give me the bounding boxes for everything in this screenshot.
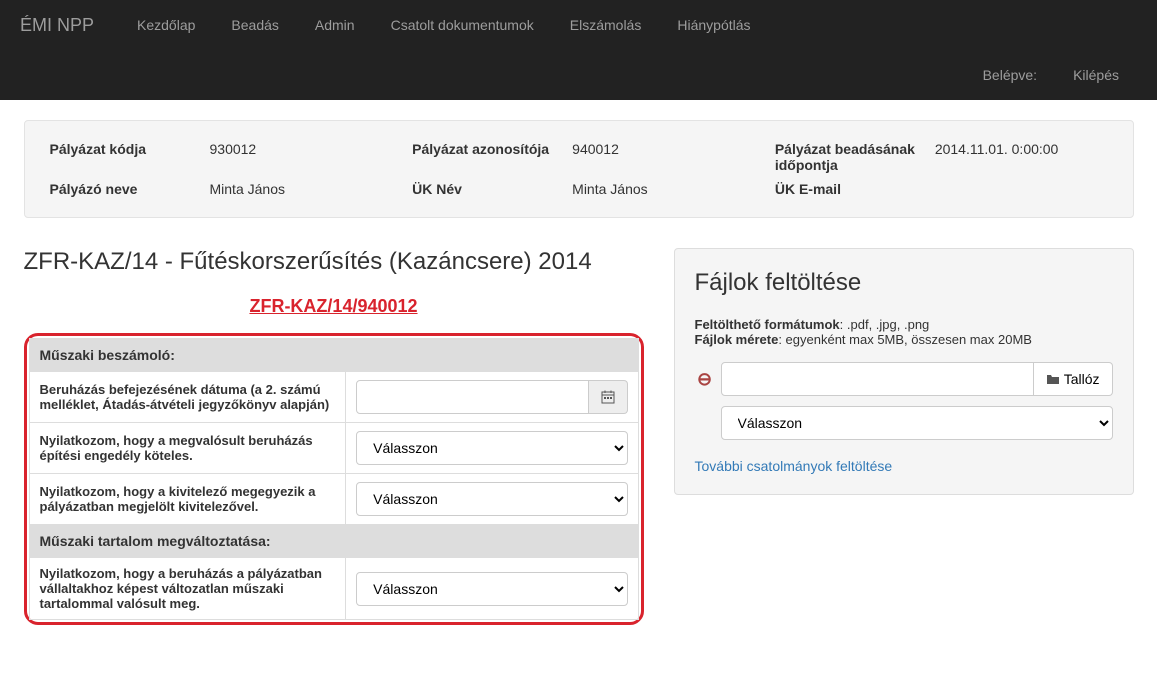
brand[interactable]: ÉMI NPP (20, 15, 94, 36)
nav-submit[interactable]: Beadás (213, 2, 296, 48)
upload-size-label: Fájlok mérete (695, 332, 779, 347)
completion-date-input[interactable] (356, 380, 588, 414)
info-uknev-value: Minta János (572, 181, 745, 197)
upload-panel: Fájlok feltöltése Feltölthető formátumok… (674, 248, 1134, 495)
nav-attachments[interactable]: Csatolt dokumentumok (373, 2, 552, 48)
calendar-icon[interactable] (589, 380, 628, 414)
section-tech-report: Műszaki beszámoló: (29, 339, 638, 372)
info-ukemail-label: ÜK E-mail (775, 181, 935, 197)
nav-settlement[interactable]: Elszámolás (552, 2, 660, 48)
section-tech-change: Műszaki tartalom megváltoztatása: (29, 525, 638, 558)
row-unchanged-label: Nyilatkozom, hogy a beruházás a pályázat… (29, 558, 346, 620)
nav-admin[interactable]: Admin (297, 2, 373, 48)
upload-formats-value: : .pdf, .jpg, .png (840, 317, 930, 332)
page-title: ZFR-KAZ/14 - Fűtéskorszerűsítés (Kazáncs… (24, 248, 644, 276)
info-beadas-value: 2014.11.01. 0:00:00 (935, 141, 1108, 173)
info-azon-label: Pályázat azonosítója (412, 141, 572, 173)
unchanged-select[interactable]: Válasszon (356, 572, 627, 606)
nav-home[interactable]: Kezdőlap (119, 2, 213, 48)
upload-type-select[interactable]: Válasszon (721, 406, 1113, 440)
info-panel: Pályázat kódja 930012 Pályázat azonosító… (24, 120, 1134, 218)
more-attachments-link[interactable]: További csatolmányok feltöltése (695, 458, 893, 474)
row-contractor-label: Nyilatkozom, hogy a kivitelező megegyezi… (29, 474, 346, 525)
info-nev-value: Minta János (210, 181, 383, 197)
upload-formats-label: Feltölthető formátumok (695, 317, 840, 332)
upload-title: Fájlok feltöltése (695, 269, 1113, 297)
info-kod-value: 930012 (210, 141, 383, 173)
project-link[interactable]: ZFR-KAZ/14/940012 (249, 296, 417, 316)
file-name-display (721, 362, 1034, 396)
info-beadas-label: Pályázat beadásának időpontja (775, 141, 935, 173)
permit-select[interactable]: Válasszon (356, 431, 627, 465)
browse-button[interactable]: Tallóz (1034, 362, 1113, 396)
folder-icon (1046, 372, 1060, 386)
upload-size-value: : egyenként max 5MB, összesen max 20MB (778, 332, 1032, 347)
nav-deficiency[interactable]: Hiánypótlás (659, 2, 768, 48)
row-completion-date-label: Beruházás befejezésének dátuma (a 2. szá… (29, 372, 346, 423)
logout-link[interactable]: Kilépés (1055, 52, 1137, 98)
info-azon-value: 940012 (572, 141, 745, 173)
logged-in-label: Belépve: (965, 52, 1055, 98)
info-uknev-label: ÜK Név (412, 181, 572, 197)
info-ukemail-value (935, 181, 1108, 197)
info-kod-label: Pályázat kódja (50, 141, 210, 173)
top-navbar: ÉMI NPP Kezdőlap Beadás Admin Csatolt do… (0, 0, 1157, 100)
form-highlight-box: Műszaki beszámoló: Beruházás befejezésén… (24, 333, 644, 625)
row-permit-label: Nyilatkozom, hogy a megvalósult beruházá… (29, 423, 346, 474)
remove-file-icon[interactable]: ⊖ (695, 369, 715, 390)
contractor-select[interactable]: Válasszon (356, 482, 627, 516)
info-nev-label: Pályázó neve (50, 181, 210, 197)
